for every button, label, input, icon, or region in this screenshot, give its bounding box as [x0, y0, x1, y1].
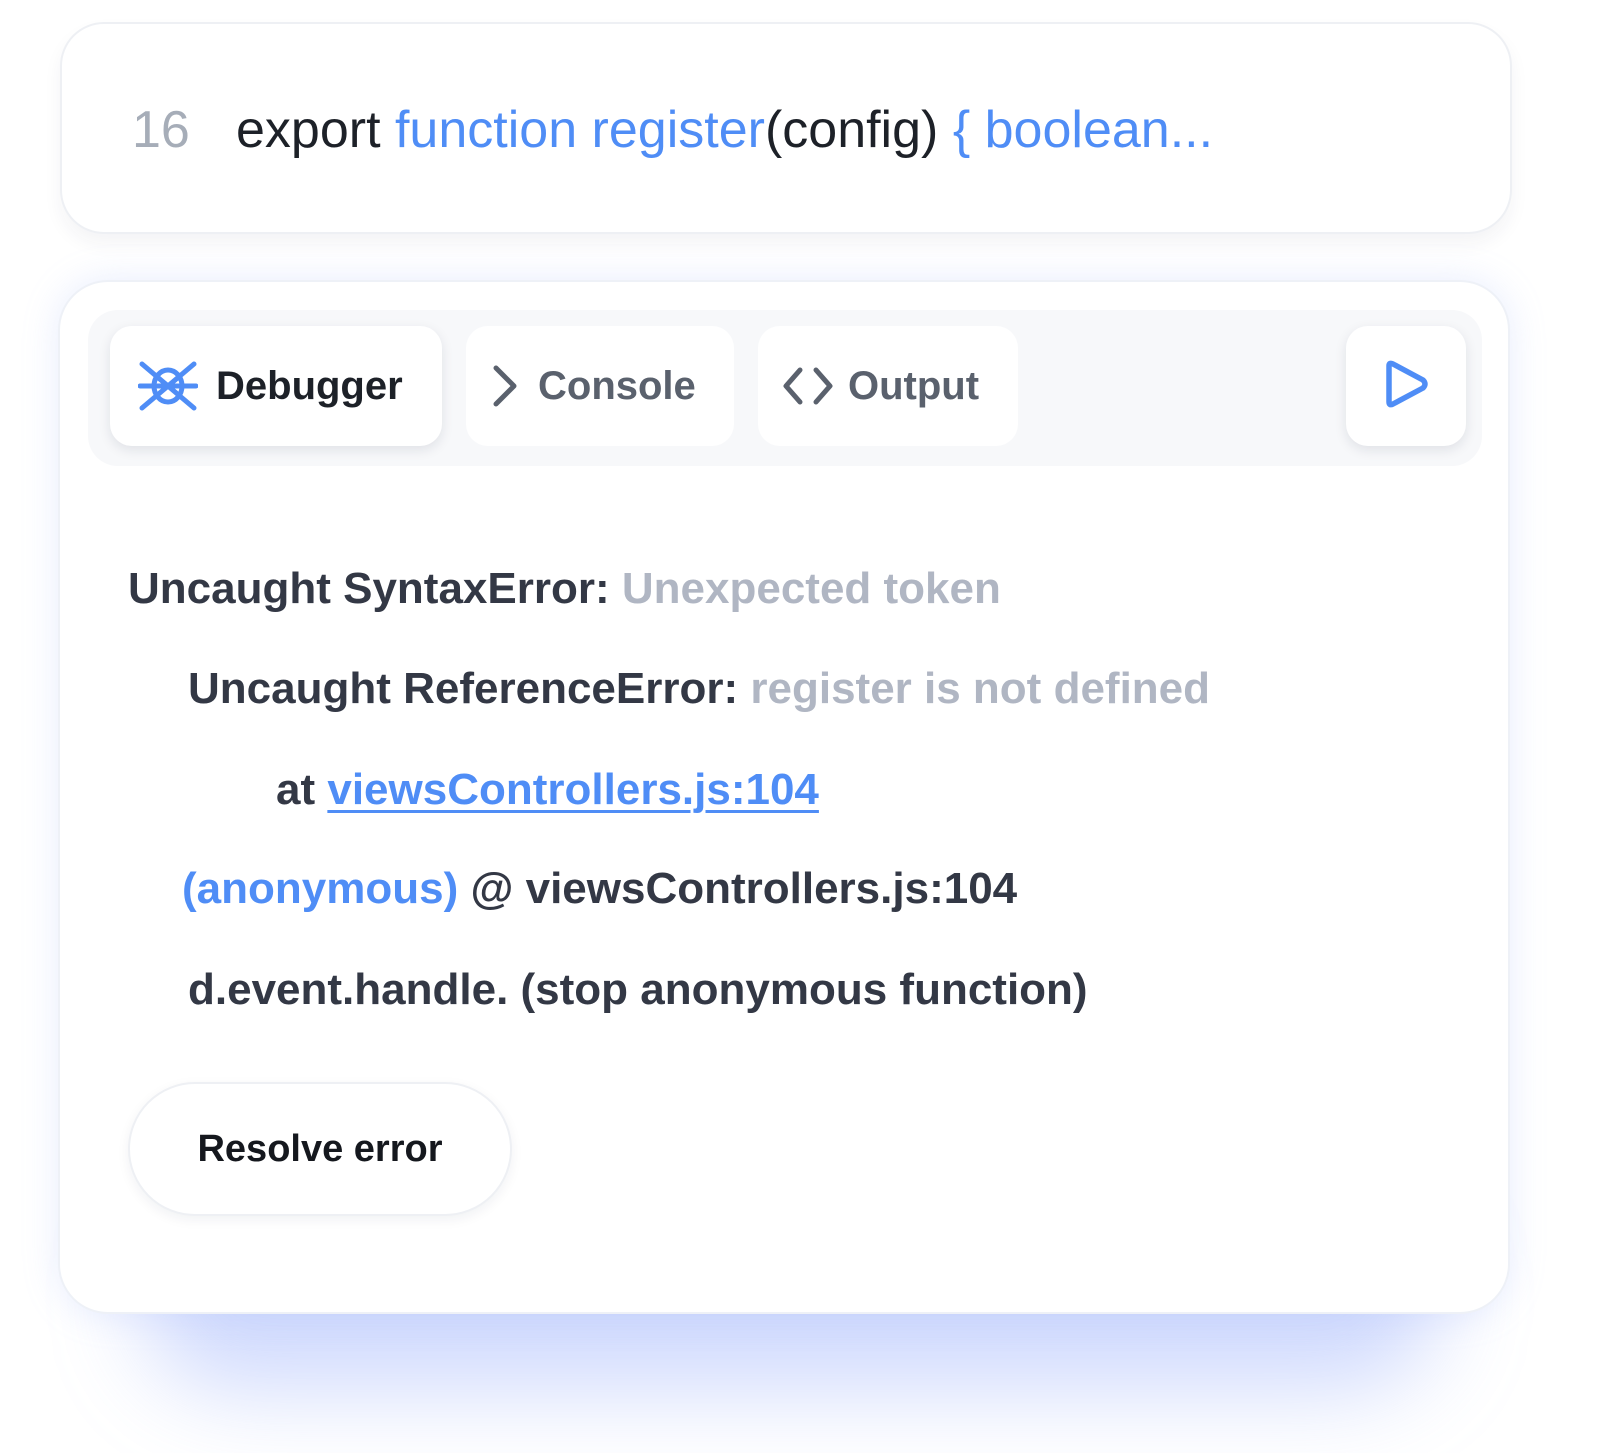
- syntax-error-message: Unexpected token: [621, 564, 1001, 613]
- handler-frame-line: d.event.handle. (stop anonymous function…: [188, 963, 1088, 1017]
- reference-error-line: Uncaught ReferenceError: register is not…: [188, 662, 1210, 716]
- line-number: 16: [132, 101, 190, 159]
- resolve-error-button[interactable]: Resolve error: [128, 1082, 512, 1216]
- syntax-error-label: Uncaught SyntaxError:: [128, 564, 610, 613]
- syntax-error-line: Uncaught SyntaxError: Unexpected token: [128, 562, 1001, 616]
- code-keyword: export: [236, 101, 381, 159]
- code-params: (config): [764, 101, 939, 159]
- bug-icon: [138, 360, 198, 412]
- reference-error-message: register is not defined: [750, 664, 1211, 713]
- code-line-card: 16 export function register(config) { boo…: [60, 22, 1512, 234]
- tab-console-label: Console: [538, 363, 696, 408]
- tab-debugger-label: Debugger: [216, 363, 403, 408]
- stack-source-link[interactable]: viewsControllers.js:104: [327, 765, 819, 814]
- anonymous-frame-location: @ viewsControllers.js:104: [470, 864, 1018, 913]
- code-body-preview: { boolean...: [952, 101, 1214, 159]
- code-line: 16 export function register(config) { boo…: [132, 100, 1213, 160]
- chevron-right-icon: [490, 364, 520, 408]
- handler-frame-text: d.event.handle. (stop anonymous function…: [188, 965, 1088, 1014]
- code-brackets-icon: [782, 366, 834, 406]
- tab-console[interactable]: Console: [466, 326, 734, 446]
- play-icon: [1382, 359, 1430, 414]
- tab-bar: Debugger Console Output: [88, 310, 1482, 466]
- stack-at-line: at viewsControllers.js:104: [276, 763, 819, 817]
- anonymous-frame-label: (anonymous): [182, 864, 459, 913]
- anonymous-frame-line: (anonymous) @ viewsControllers.js:104: [182, 862, 1017, 916]
- tab-output-label: Output: [848, 363, 980, 408]
- tab-debugger[interactable]: Debugger: [110, 326, 442, 446]
- tab-output[interactable]: Output: [758, 326, 1018, 446]
- stage: 16 export function register(config) { boo…: [0, 0, 1599, 1453]
- stack-at-label: at: [276, 765, 316, 814]
- reference-error-label: Uncaught ReferenceError:: [188, 664, 739, 713]
- debug-panel: Debugger Console Output Uncaught SyntaxE…: [58, 280, 1510, 1314]
- run-button[interactable]: [1346, 326, 1466, 446]
- code-function-signature: function register: [394, 101, 765, 159]
